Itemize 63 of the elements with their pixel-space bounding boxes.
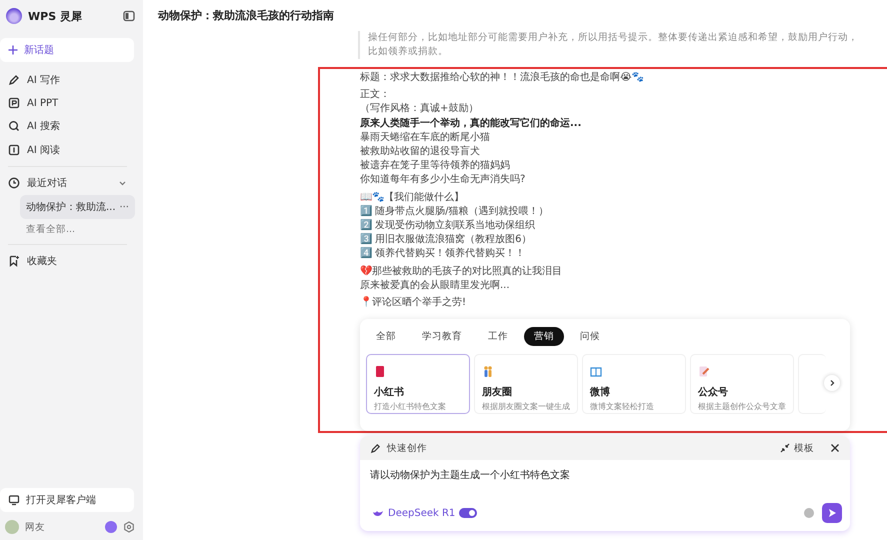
- nav-item[interactable]: AI PPT: [0, 92, 135, 114]
- answer-line: 被救助站收留的退役导盲犬: [360, 145, 480, 160]
- send-icon: [827, 508, 837, 518]
- slides-icon: [8, 97, 20, 109]
- answer-line: 📍评论区晒个举手之劳!: [360, 296, 466, 310]
- recent-chats-header[interactable]: 最近对话: [0, 171, 135, 195]
- new-topic-button[interactable]: 新话题: [0, 38, 134, 62]
- answer-line: 2⃣ 发现受伤动物立刻联系当地动保组织: [360, 219, 536, 233]
- recent-chat-item[interactable]: 动物保护：救助流... ···: [20, 195, 135, 219]
- answer-line: 原来人类随手一个举动，真的能改写它们的命运...: [360, 116, 582, 131]
- nav-item[interactable]: AI 阅读: [0, 138, 135, 162]
- clock-icon: [8, 177, 20, 189]
- answer-line: （写作风格：真诚+鼓励）: [360, 102, 478, 116]
- panel-title: 快速创作: [387, 442, 428, 454]
- answer-line: 暴雨天蜷缩在车底的断尾小猫: [360, 130, 490, 145]
- view-all-link[interactable]: 查看全部...: [26, 219, 135, 240]
- template-button[interactable]: 模板: [780, 442, 814, 454]
- book-icon: [8, 144, 20, 156]
- book-icon: [374, 365, 386, 378]
- close-icon[interactable]: [830, 443, 840, 453]
- category-tab[interactable]: 营销: [524, 327, 564, 346]
- app-name: WPS 灵犀: [28, 8, 83, 24]
- more-options-icon[interactable]: ···: [119, 202, 129, 212]
- bookmark-icon: [8, 255, 20, 267]
- answer-line: 标题：求求大数据推给心软的神！！流浪毛孩的命也是命啊😭🐾: [360, 71, 644, 85]
- template-card[interactable]: 朋友圈 根据朋友圈文案一键生成: [474, 354, 578, 414]
- answer-line: 被遗弃在笼子里等待领养的猫妈妈: [360, 159, 510, 174]
- search-icon: [8, 120, 20, 132]
- answer-line: 原来被爱真的会从眼睛里发光啊...: [360, 278, 510, 293]
- chat-title: 动物保护：救助流浪毛孩的行动指南: [156, 8, 335, 24]
- document-pen-icon: [698, 365, 710, 378]
- answer-line: 4⃣ 领养代替购买！领养代替购买！！: [360, 247, 526, 262]
- open-client-button[interactable]: 打开灵犀客户端: [0, 488, 134, 512]
- prompt-input[interactable]: 请以动物保护为主题生成一个小红书特色文案: [360, 460, 850, 489]
- answer-line: 1⃣ 随身带点火腿肠/猫粮（遇到就投喂！）: [360, 204, 549, 219]
- user-name: 网友: [25, 520, 46, 534]
- answer-line: 3⃣ 用旧衣服做流浪猫窝（教程放图6）: [360, 233, 532, 247]
- logo-icon: [6, 8, 22, 24]
- answer-line: 正文：: [360, 88, 390, 102]
- answer-line: 💔那些被救助的毛孩子的对比照真的让我泪目: [360, 264, 562, 279]
- monitor-icon: [8, 494, 20, 506]
- collapse-icon: [780, 443, 790, 453]
- answer-line: 📖🐾【我们能做什么】: [360, 190, 464, 205]
- model-toggle[interactable]: DeepSeek R1: [372, 508, 478, 518]
- nav-item[interactable]: AI 写作: [0, 68, 135, 92]
- pen-icon: [8, 74, 20, 86]
- chevron-right-icon: [828, 379, 836, 387]
- template-card[interactable]: 小红书 打造小红书特色文案: [366, 354, 470, 414]
- answer-line: 你知道每年有多少小生命无声消失吗?: [360, 173, 526, 188]
- plus-icon: [8, 45, 18, 55]
- template-card[interactable]: 公众号 根据主题创作公众号文章: [690, 354, 794, 414]
- open-book-icon: [590, 365, 602, 378]
- sidebar-toggle-icon[interactable]: [123, 10, 135, 22]
- chevron-icon: [118, 178, 127, 188]
- favorites-item[interactable]: 收藏夹: [0, 249, 135, 273]
- settings-icon[interactable]: [123, 521, 135, 533]
- people-icon: [482, 365, 494, 378]
- send-button[interactable]: [822, 503, 842, 523]
- nav-item[interactable]: AI 搜索: [0, 114, 135, 138]
- pen-icon: [370, 442, 381, 454]
- reasoning-quote: 操任何部分，比如地址部分可能需要用户补充，所以用括号提示。整体要传递出紧迫感和希望，鼓励用户行动，比如领养或捐款。: [358, 31, 858, 59]
- next-button[interactable]: [824, 375, 840, 391]
- template-card[interactable]: 微博 微博文案轻松打造: [582, 354, 686, 414]
